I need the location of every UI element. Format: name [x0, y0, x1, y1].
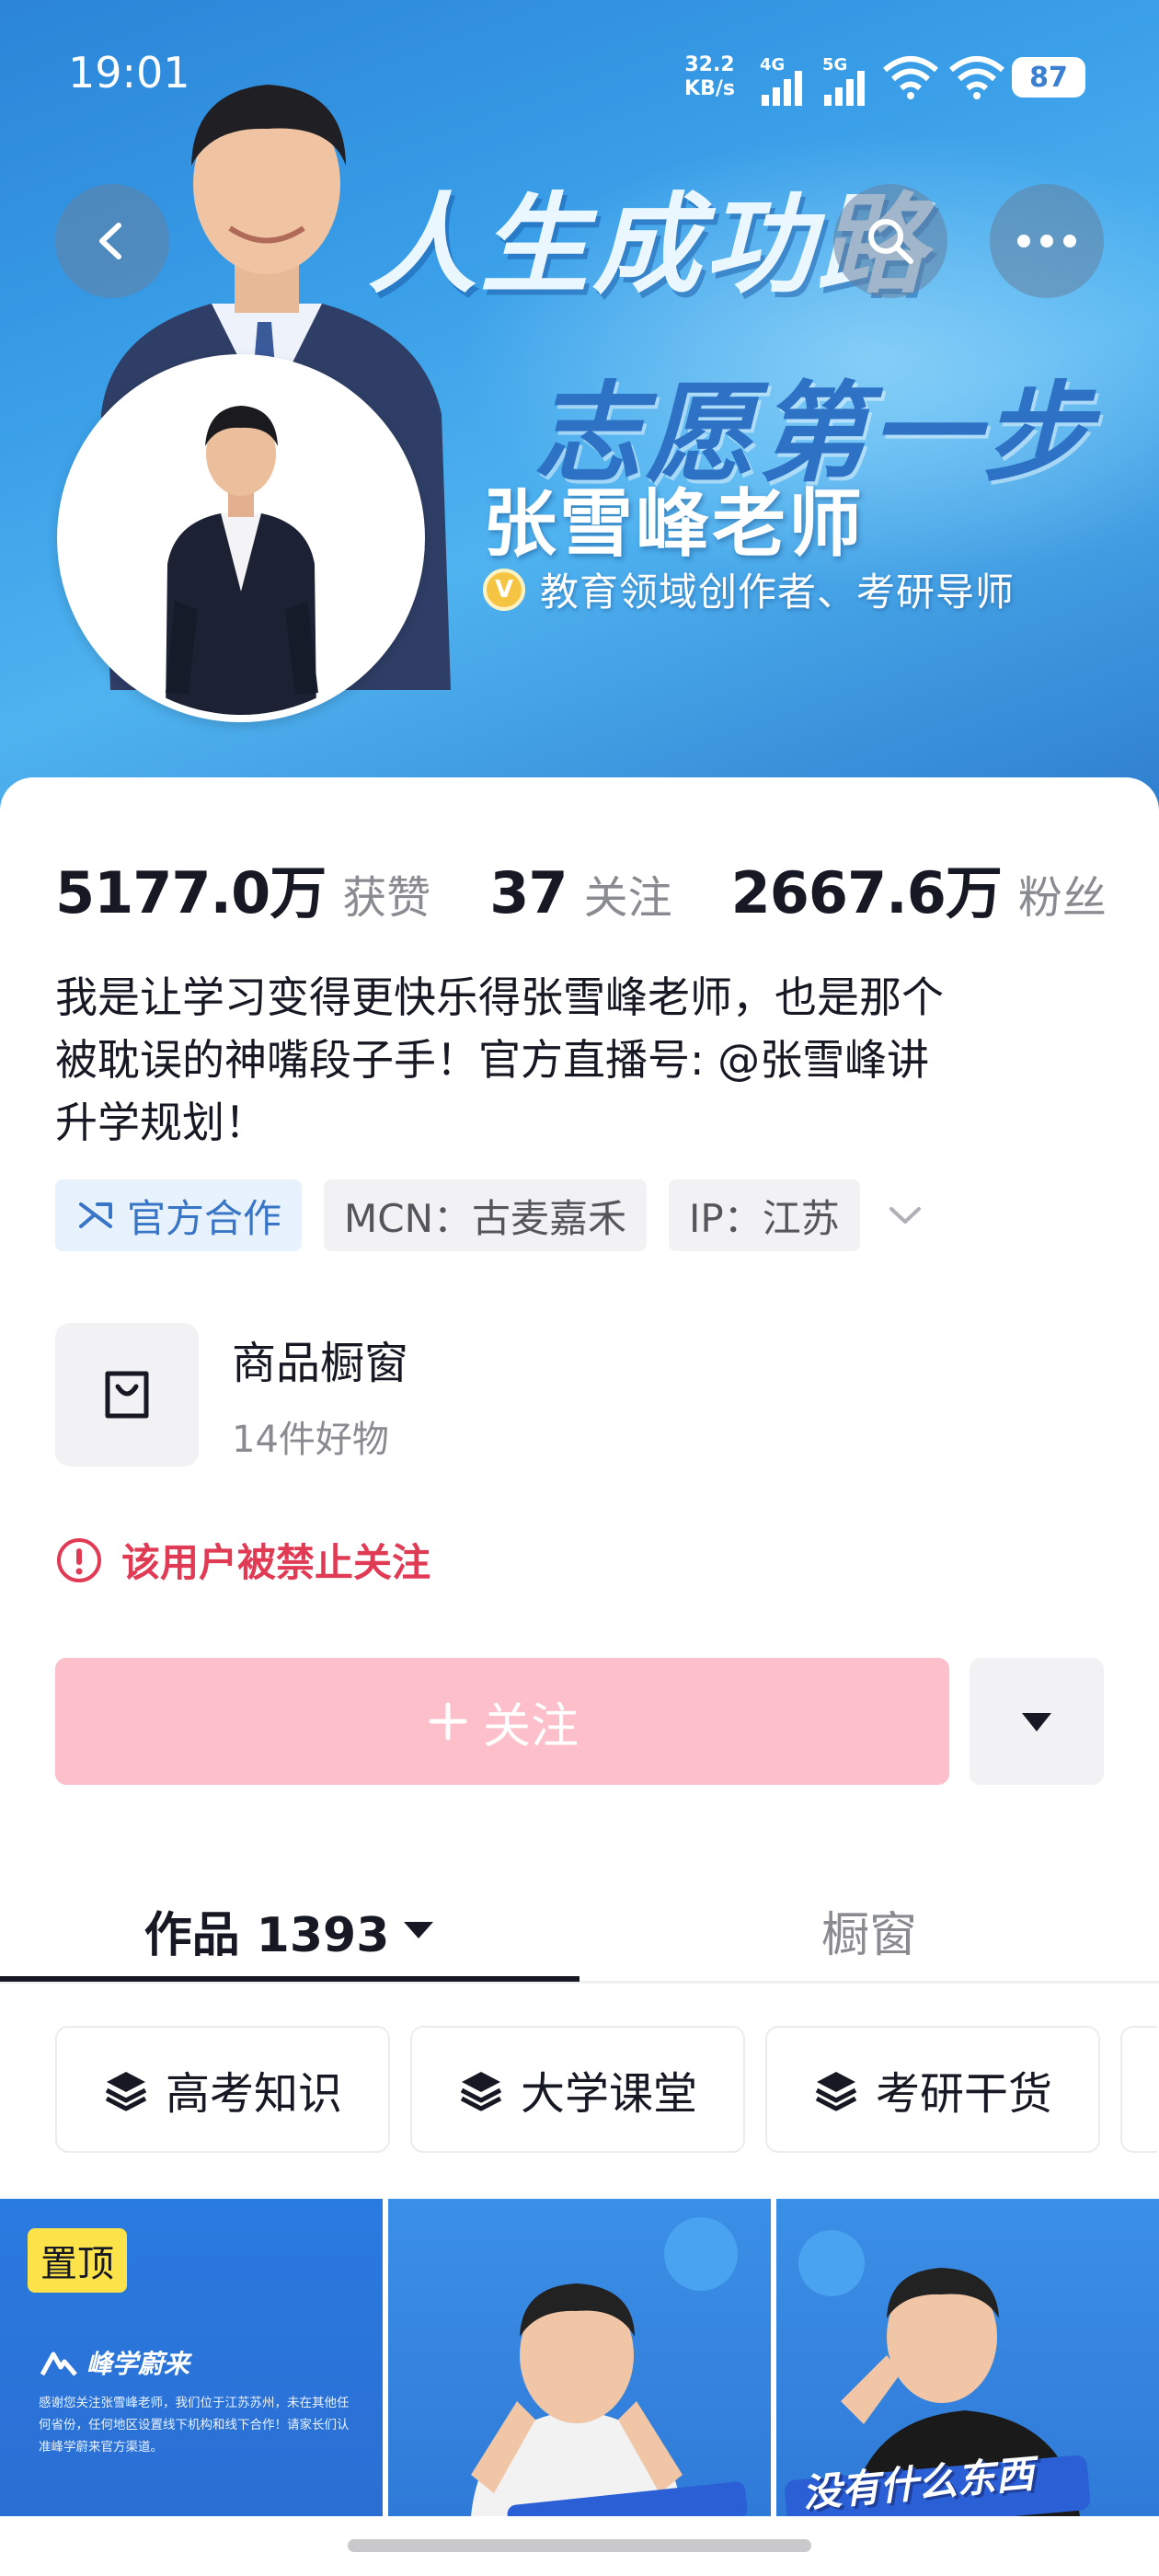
- back-button[interactable]: [55, 184, 169, 298]
- chevron-left-icon: [99, 223, 121, 259]
- shop-subtitle: 14件好物: [232, 1419, 389, 1461]
- collection-chip-label: 大学课堂: [520, 2068, 697, 2120]
- brand-name: 峰学蔚来: [86, 2349, 190, 2379]
- tab-works[interactable]: 作品 1393: [0, 1877, 580, 1984]
- wifi-plus-icon: [883, 56, 938, 99]
- bio-line: 我是让学习变得更快乐得张雪峰老师，也是那个: [55, 972, 944, 1022]
- alert-circle-icon: [57, 1537, 101, 1582]
- caret-down-icon: [404, 1922, 434, 1938]
- bio-line[interactable]: 被耽误的神嘴段子手！官方直播号: @张雪峰讲: [55, 1029, 1122, 1091]
- follow-options-dropdown-button[interactable]: [970, 1658, 1104, 1785]
- official-cooperation-tag[interactable]: 官方合作: [55, 1179, 303, 1251]
- bio-line: 升学规划！: [55, 1098, 267, 1147]
- profile-tags: 官方合作 MCN：古麦嘉禾 IP：江苏: [55, 1179, 928, 1251]
- collection-chip-partial[interactable]: [1120, 2026, 1157, 2153]
- notice-text: 感谢您关注张雪峰老师，我们位于江苏苏州，未在其他任何省份，任何地区设置线下机构和…: [39, 2396, 350, 2455]
- brand-logo-icon: [40, 2352, 77, 2376]
- signal-bars-icon: [824, 71, 865, 106]
- video-thumbnail[interactable]: 没有什么东西: [776, 2199, 1159, 2516]
- profile-tabs: 作品 1393 橱窗: [0, 1877, 1159, 1984]
- profile-bio: 我是让学习变得更快乐得张雪峰老师，也是那个 被耽误的神嘴段子手！官方直播号: @…: [55, 966, 1122, 1154]
- search-icon: [868, 219, 913, 264]
- follow-ban-warning: 该用户被禁止关注: [55, 1532, 430, 1588]
- status-bar: 19:01 32.2 KB/s 4G 5G 87: [0, 0, 1159, 156]
- home-indicator[interactable]: [348, 2539, 811, 2552]
- video-person-illustration: [471, 2217, 748, 2516]
- tab-showcase[interactable]: 橱窗: [580, 1877, 1159, 1984]
- verified-badge-icon: V: [483, 568, 525, 611]
- collection-chip-label: 考研干货: [875, 2068, 1052, 2120]
- followers-label: 粉丝: [1017, 872, 1107, 924]
- video-thumbnail[interactable]: [388, 2199, 771, 2516]
- shop-text: 商品橱窗 14件好物: [232, 1327, 408, 1463]
- search-button[interactable]: [833, 184, 947, 298]
- shop-icon-box: [55, 1323, 199, 1466]
- more-options-button[interactable]: [990, 184, 1104, 298]
- collection-chip[interactable]: 高考知识: [55, 2026, 390, 2153]
- layers-icon: [105, 2072, 147, 2111]
- network-speed-unit: KB/s: [684, 77, 735, 100]
- follow-button[interactable]: 关注: [55, 1658, 949, 1785]
- banner-teacher-name: 张雪峰老师: [483, 481, 865, 567]
- layers-icon: [460, 2072, 502, 2111]
- active-tab-indicator: [0, 1976, 580, 1982]
- shopping-bag-icon: [105, 1371, 149, 1419]
- ip-location-tag: IP：江苏: [669, 1179, 860, 1251]
- following-count[interactable]: 37: [489, 859, 568, 926]
- likes-label: 获赞: [342, 872, 431, 924]
- warning-text: 该用户被禁止关注: [121, 1540, 431, 1585]
- handshake-icon: [79, 1202, 112, 1228]
- follow-button-label: 关注: [482, 1698, 579, 1754]
- avatar-person-icon: [64, 362, 418, 715]
- layers-icon: [815, 2072, 857, 2111]
- avatar[interactable]: [57, 354, 425, 722]
- caret-down-icon: [1022, 1713, 1051, 1731]
- shop-window-entry[interactable]: 商品橱窗 14件好物: [55, 1323, 408, 1466]
- shop-title: 商品橱窗: [232, 1338, 409, 1389]
- plus-icon: [429, 1702, 467, 1741]
- following-label: 关注: [583, 872, 672, 924]
- network-speed-value: 32.2: [684, 53, 735, 76]
- profile-page: 人生成功路 志愿第一步 张雪峰老师 V 教育领域创作者、考研导师 19:01 3…: [0, 0, 1159, 2576]
- expand-tags-chevron-down-icon[interactable]: [882, 1192, 928, 1238]
- verification-text: 教育领域创作者、考研导师: [540, 569, 1016, 615]
- wifi-icon: [949, 56, 1004, 99]
- video-thumbnail[interactable]: 置顶 峰学蔚来 感谢您关注张雪峰老师，我们位于江苏苏州，未在其他任何省份，任何地…: [0, 2199, 383, 2516]
- network-speed: 32.2 KB/s: [684, 53, 735, 101]
- followers-count[interactable]: 2667.6万: [731, 846, 1003, 929]
- official-cooperation-label: 官方合作: [127, 1195, 282, 1241]
- brand-row: 峰学蔚来: [40, 2344, 189, 2381]
- status-time: 19:01: [68, 48, 190, 98]
- likes-count[interactable]: 5177.0万: [55, 846, 327, 929]
- battery-indicator: 87: [1012, 57, 1085, 98]
- collection-chip[interactable]: 大学课堂: [410, 2026, 745, 2153]
- signal-bars-icon: [762, 71, 802, 106]
- collection-chip-label: 高考知识: [165, 2068, 342, 2120]
- tab-works-label: 作品 1393: [143, 1907, 390, 1963]
- collection-chips: 高考知识 大学课堂 考研干货: [55, 2026, 1157, 2153]
- verification-row: V 教育领域创作者、考研导师: [483, 561, 1015, 617]
- collection-chip[interactable]: 考研干货: [765, 2026, 1100, 2153]
- mcn-tag[interactable]: MCN：古麦嘉禾: [324, 1179, 647, 1251]
- video-grid: 置顶 峰学蔚来 感谢您关注张雪峰老师，我们位于江苏苏州，未在其他任何省份，任何地…: [0, 2199, 1159, 2516]
- profile-stats: 5177.0万 获赞 37 关注 2667.6万 粉丝: [55, 846, 1107, 929]
- pinned-badge: 置顶: [28, 2228, 127, 2293]
- more-dots-icon: [1017, 235, 1076, 247]
